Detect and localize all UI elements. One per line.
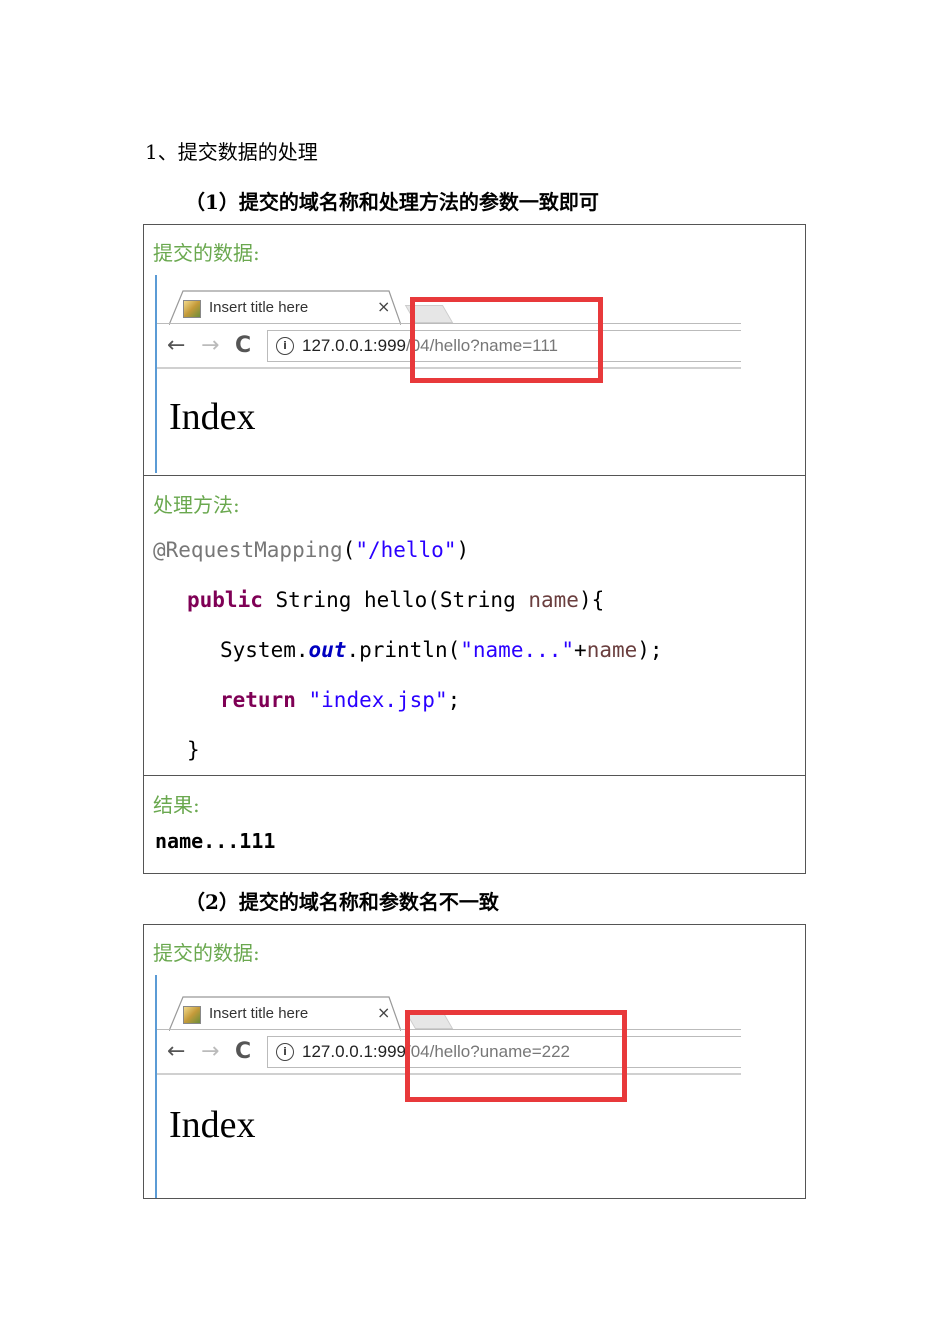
tab-close-icon-2[interactable]: × [377, 1003, 390, 1022]
reload-icon[interactable]: C [235, 333, 251, 358]
subsection-title-2: （2）提交的域名称和参数名不一致 [185, 890, 499, 914]
code-line-brace: } [187, 738, 200, 762]
tab-close-icon[interactable]: × [377, 297, 390, 316]
submitted-data-cell: 提交的数据: Insert title here × ← → C i 127.0… [144, 225, 805, 475]
example-table-2: 提交的数据: Insert title here × ← → C i 127.0… [143, 924, 806, 1199]
favicon-icon [183, 300, 201, 318]
forward-icon[interactable]: → [201, 333, 219, 358]
url-host-2: 127.0.0.1:999 [302, 1042, 406, 1061]
subsection-title-1: （1）提交的域名称和处理方法的参数一致即可 [185, 190, 599, 214]
code-line-return: return "index.jsp"; [220, 688, 461, 712]
submitted-data-label-2: 提交的数据: [153, 941, 260, 965]
handler-label: 处理方法: [153, 493, 240, 517]
back-icon-2[interactable]: ← [167, 1039, 185, 1064]
page-heading: Index [169, 396, 256, 438]
browser-edge-2 [155, 975, 157, 1198]
section-heading: 1、提交数据的处理 [145, 140, 318, 164]
back-icon[interactable]: ← [167, 333, 185, 358]
tab-title-2[interactable]: Insert title here [209, 1005, 308, 1022]
code-line-annotation: @RequestMapping("/hello") [153, 538, 470, 562]
browser-edge [155, 275, 157, 473]
tab-title[interactable]: Insert title here [209, 299, 308, 316]
submitted-data-cell-2: 提交的数据: Insert title here × ← → C i 127.0… [144, 925, 805, 1198]
handler-cell: 处理方法: @RequestMapping("/hello") public S… [144, 475, 805, 775]
result-label: 结果: [153, 793, 200, 817]
result-cell: 结果: name...111 [144, 775, 805, 873]
code-line-println: System.out.println("name..."+name); [220, 638, 663, 662]
forward-icon-2[interactable]: → [201, 1039, 219, 1064]
submitted-data-label: 提交的数据: [153, 241, 260, 265]
highlight-box-2 [405, 1010, 627, 1102]
result-value: name...111 [155, 829, 276, 853]
reload-icon-2[interactable]: C [235, 1039, 251, 1064]
info-icon-2[interactable]: i [276, 1043, 294, 1061]
url-host: 127.0.0.1:999 [302, 336, 406, 355]
example-table-1: 提交的数据: Insert title here × ← → C i 127.0… [143, 224, 806, 874]
page-heading-2: Index [169, 1104, 256, 1146]
info-icon[interactable]: i [276, 337, 294, 355]
favicon-icon-2 [183, 1006, 201, 1024]
highlight-box [410, 297, 603, 383]
code-line-signature: public String hello(String name){ [187, 588, 605, 612]
